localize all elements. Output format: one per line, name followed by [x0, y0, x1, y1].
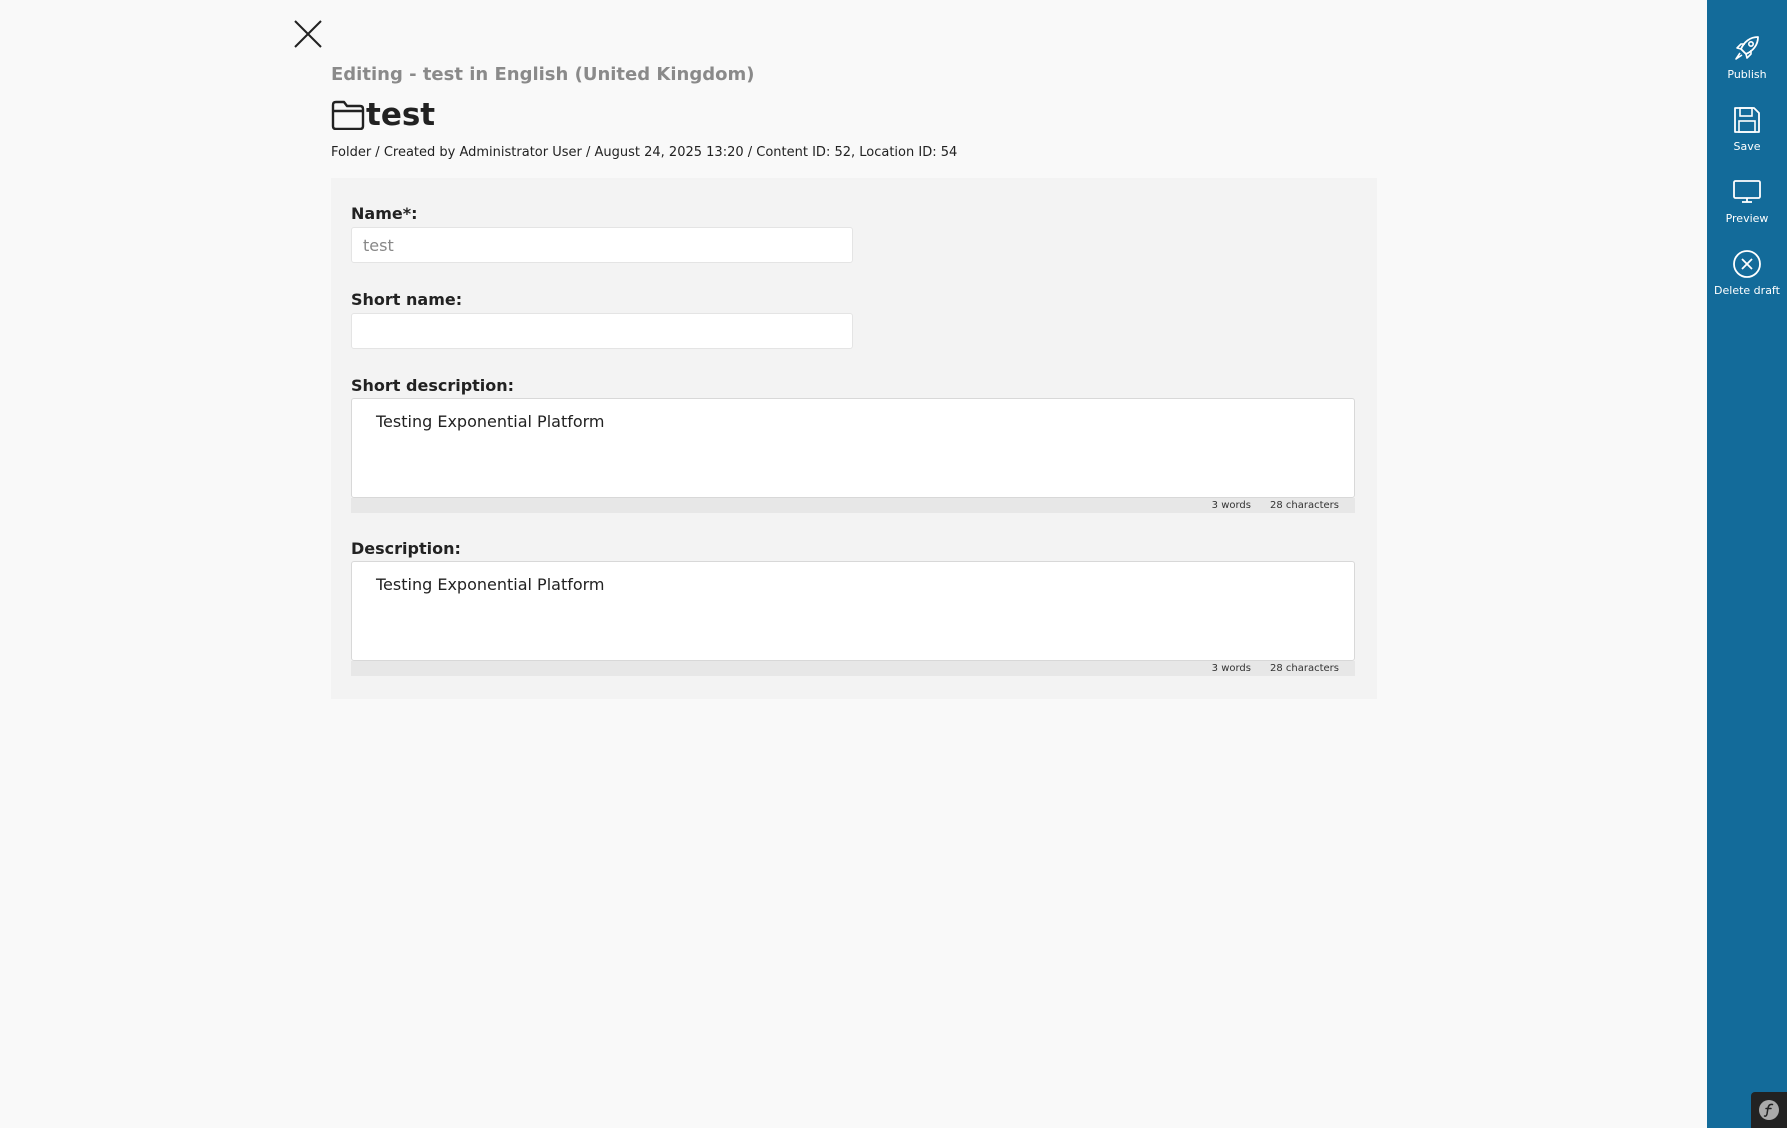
description-editor[interactable]: Testing Exponential Platform [351, 561, 1355, 661]
symfony-icon [1759, 1100, 1779, 1120]
content-name: test [366, 97, 436, 133]
folder-icon [331, 100, 365, 130]
content-edit-page: Editing - test in English (United Kingdo… [0, 0, 1787, 1128]
character-count: 28 characters [1270, 500, 1339, 511]
delete-draft-label: Delete draft [1714, 284, 1780, 297]
publish-label: Publish [1727, 68, 1767, 81]
preview-button[interactable]: Preview [1707, 176, 1787, 238]
page-header: Editing - test in English (United Kingdo… [331, 62, 1381, 162]
short-description-counter: 3 words 28 characters [351, 498, 1355, 513]
debug-toolbar-toggle[interactable] [1751, 1092, 1787, 1128]
publish-button[interactable]: Publish [1707, 32, 1787, 94]
word-count: 3 words [1211, 500, 1251, 511]
name-input[interactable] [351, 227, 853, 263]
preview-label: Preview [1725, 212, 1769, 225]
editing-title: Editing - test in English (United Kingdo… [331, 64, 755, 85]
short-name-label: Short name: [351, 290, 463, 309]
content-meta: Folder / Created by Administrator User /… [331, 145, 958, 160]
floppy-disk-icon [1731, 104, 1763, 136]
circle-x-icon [1731, 248, 1763, 280]
description-counter: 3 words 28 characters [351, 661, 1355, 676]
short-description-editor[interactable]: Testing Exponential Platform [351, 398, 1355, 498]
content-title: test [331, 96, 1381, 134]
close-icon [294, 20, 322, 48]
edit-form: Name*: Short name: Short description: Te… [331, 178, 1377, 699]
description-label: Description: [351, 539, 461, 558]
save-label: Save [1733, 140, 1761, 153]
word-count: 3 words [1211, 663, 1251, 674]
name-label: Name*: [351, 204, 418, 223]
rocket-icon [1731, 32, 1763, 64]
save-button[interactable]: Save [1707, 104, 1787, 166]
short-name-input[interactable] [351, 313, 853, 349]
delete-draft-button[interactable]: Delete draft [1707, 248, 1787, 310]
short-description-label: Short description: [351, 376, 515, 395]
monitor-icon [1731, 176, 1763, 208]
close-button[interactable] [291, 17, 325, 51]
action-toolbar: Publish Save Preview Delete draft [1707, 0, 1787, 1128]
character-count: 28 characters [1270, 663, 1339, 674]
